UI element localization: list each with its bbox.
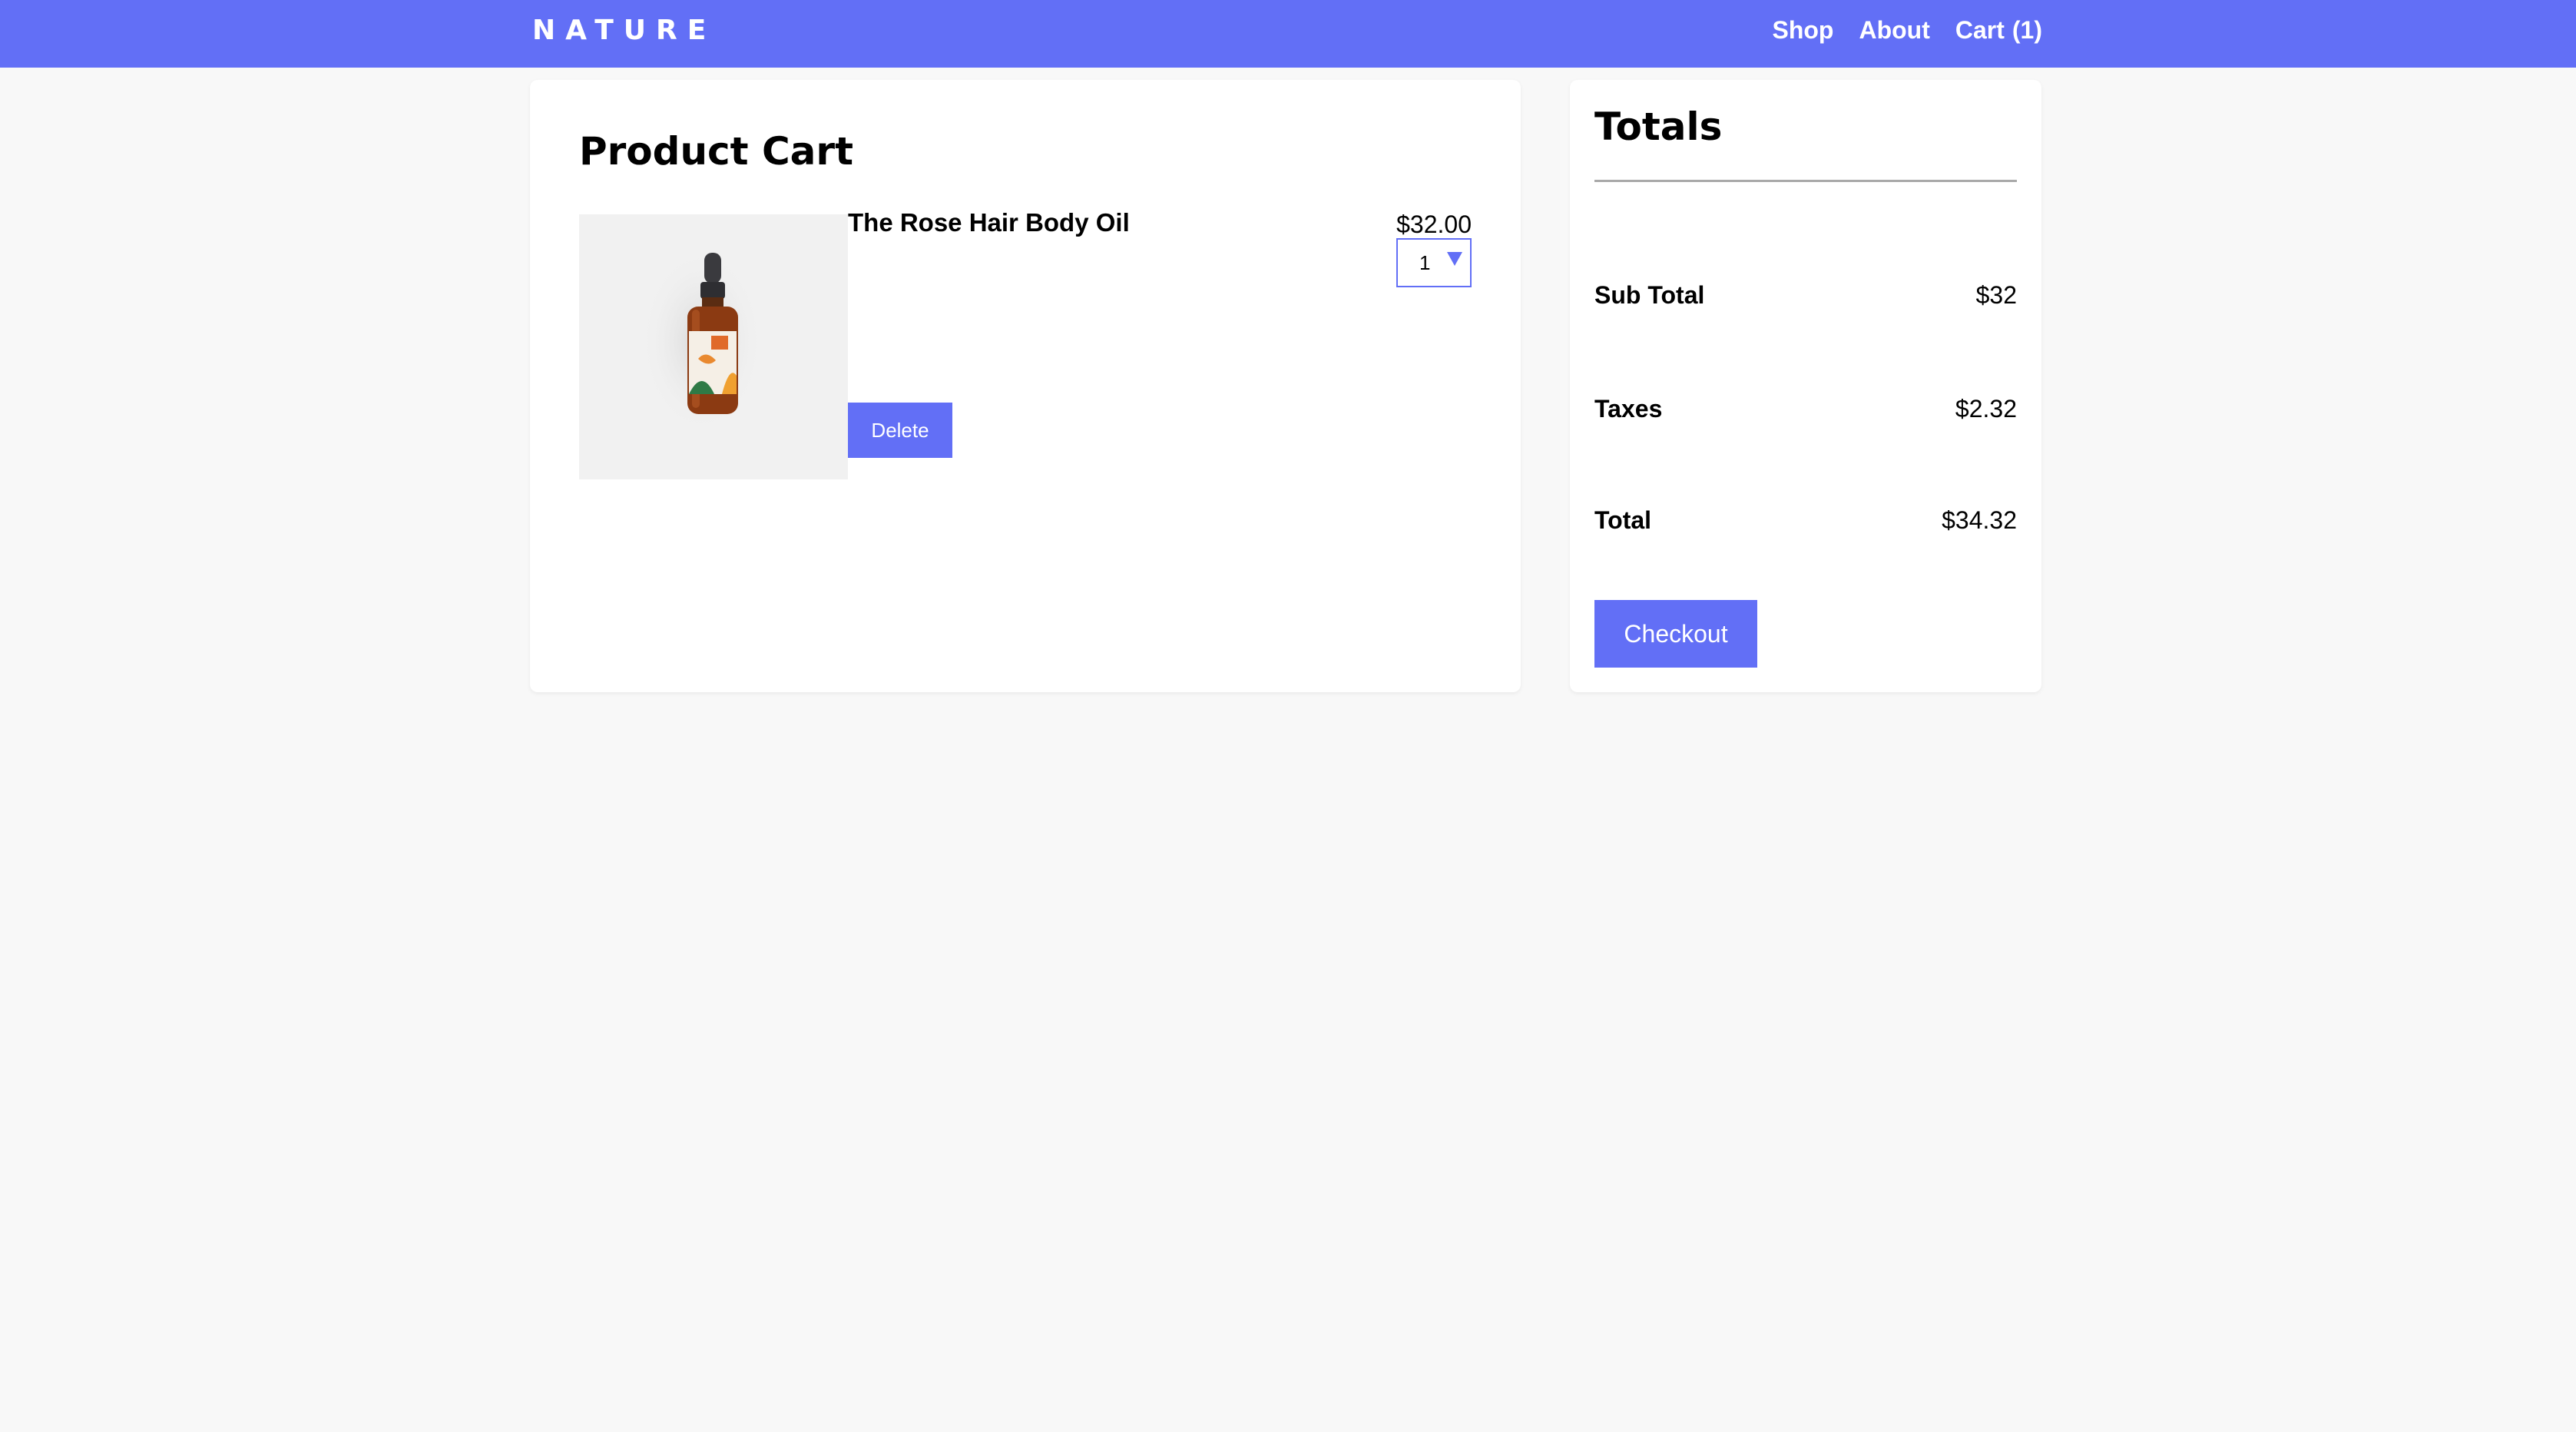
subtotal-value: $32 xyxy=(1975,280,2017,309)
taxes-label: Taxes xyxy=(1594,394,1663,423)
total-value: $34.32 xyxy=(1942,506,2017,534)
totals-panel: Totals Sub Total $32 Taxes $2.32 Total $… xyxy=(1570,80,2041,692)
product-cart-panel: Product Cart The Rose Hair Body Oil $32.… xyxy=(530,80,1521,692)
total-row: Total $34.32 xyxy=(1594,505,2017,535)
quantity-value: 1 xyxy=(1419,251,1431,274)
delete-button[interactable]: Delete xyxy=(848,403,952,458)
nav-cart-count: (1) xyxy=(2011,16,2042,44)
nav-shop-link[interactable]: Shop xyxy=(1772,14,1833,46)
taxes-value: $2.32 xyxy=(1955,394,2017,423)
product-price: $32.00 xyxy=(1396,210,1472,238)
checkout-button[interactable]: Checkout xyxy=(1594,600,1757,668)
nav-cart-link[interactable]: Cart (1) xyxy=(1955,14,2042,46)
totals-title: Totals xyxy=(1594,104,1723,149)
cart-title: Product Cart xyxy=(579,129,853,174)
quantity-select[interactable]: 1 xyxy=(1396,238,1472,287)
taxes-row: Taxes $2.32 xyxy=(1594,393,2017,424)
total-label: Total xyxy=(1594,506,1652,534)
nav-about-link[interactable]: About xyxy=(1859,14,1929,46)
product-name[interactable]: The Rose Hair Body Oil xyxy=(848,207,1130,238)
subtotal-label: Sub Total xyxy=(1594,280,1705,309)
main-nav: Shop About Cart (1) xyxy=(1772,14,2042,46)
brand-logo[interactable]: NATURE xyxy=(532,14,716,48)
serum-bottle-icon xyxy=(641,249,763,433)
subtotal-row: Sub Total $32 xyxy=(1594,280,2017,310)
top-navbar: NATURE Shop About Cart (1) xyxy=(0,0,2576,68)
totals-divider xyxy=(1594,180,2017,182)
product-image xyxy=(579,214,848,479)
nav-cart-label: Cart xyxy=(1955,16,2005,44)
chevron-down-icon xyxy=(1447,252,1462,266)
